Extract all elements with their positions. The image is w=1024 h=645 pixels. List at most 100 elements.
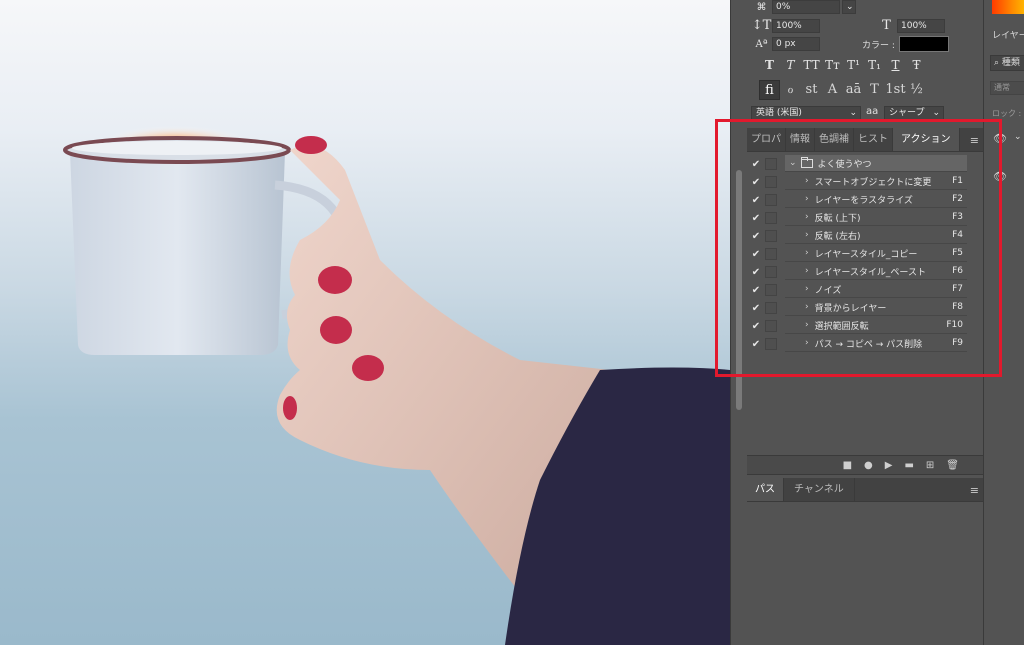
check-icon[interactable]: ✔ [747, 249, 765, 260]
check-icon[interactable]: ✔ [747, 177, 765, 188]
document-canvas[interactable] [0, 0, 730, 645]
panel-menu-icon[interactable]: ≡ [970, 484, 979, 497]
action-row[interactable]: ✔ › レイヤースタイル_コピー F5 [747, 245, 983, 263]
canvas-scrollbar[interactable] [730, 0, 747, 645]
antialias-select[interactable]: シャープ ⌄ [884, 106, 944, 121]
action-row[interactable]: ✔ › 背景からレイヤー F8 [747, 299, 983, 317]
action-row[interactable]: ✔ › レイヤーをラスタライズ F2 [747, 191, 983, 209]
tab-adjustments[interactable]: 色調補 [815, 128, 854, 151]
chevron-right-icon[interactable]: › [805, 230, 809, 240]
baseline-shift-input[interactable]: 0 px [772, 37, 820, 51]
blend-mode-select[interactable]: 通常 [990, 81, 1024, 95]
tracking-dropdown[interactable]: ⌄ [842, 0, 856, 14]
action-row[interactable]: ✔ › スマートオブジェクトに変更 F1 [747, 173, 983, 191]
dialog-toggle[interactable] [765, 302, 777, 314]
dialog-toggle[interactable] [765, 284, 777, 296]
chevron-right-icon[interactable]: › [805, 302, 809, 312]
check-icon[interactable]: ✔ [747, 285, 765, 296]
panel-menu-icon[interactable]: ≡ [970, 134, 979, 147]
action-row[interactable]: ✔ › パス → コピペ → パス削除 F9 [747, 335, 983, 353]
record-icon[interactable]: ● [864, 460, 873, 471]
titling-alternates-button[interactable]: T [864, 80, 885, 100]
new-set-folder-icon[interactable]: ▬ [904, 460, 913, 471]
ordinals-button[interactable]: 1st [885, 80, 906, 100]
check-icon[interactable]: ✔ [747, 339, 765, 350]
play-icon[interactable]: ▶ [885, 460, 893, 471]
tab-actions[interactable]: アクション [893, 128, 960, 151]
chevron-down-icon[interactable]: ⌄ [1014, 132, 1022, 142]
chevron-down-icon: ⌄ [932, 108, 940, 118]
tracking-input[interactable]: 0% [772, 0, 840, 14]
check-icon[interactable]: ✔ [747, 267, 765, 278]
dialog-toggle[interactable] [765, 230, 777, 242]
check-icon[interactable]: ✔ [747, 321, 765, 332]
check-icon[interactable]: ✔ [747, 213, 765, 224]
chevron-right-icon[interactable]: › [805, 248, 809, 258]
dialog-toggle[interactable] [765, 338, 777, 350]
check-icon[interactable]: ✔ [747, 231, 765, 242]
stop-icon[interactable]: ■ [843, 460, 852, 471]
action-row[interactable]: ✔ › レイヤースタイル_ペースト F6 [747, 263, 983, 281]
visibility-eye-icon[interactable]: 👁 [993, 170, 1007, 183]
check-icon[interactable]: ✔ [747, 159, 765, 170]
ligatures-button[interactable]: fi [759, 80, 780, 100]
folder-icon [800, 156, 813, 168]
chevron-right-icon[interactable]: › [805, 284, 809, 294]
tab-histogram[interactable]: ヒスト [854, 128, 893, 151]
subscript-button[interactable]: T₁ [864, 58, 885, 74]
vertical-scale-input[interactable]: 100% [772, 18, 820, 33]
dialog-toggle[interactable] [765, 248, 777, 260]
tab-channels[interactable]: チャンネル [784, 478, 855, 501]
dialog-toggle[interactable] [765, 266, 777, 278]
dialog-toggle[interactable] [765, 176, 777, 188]
chevron-right-icon[interactable]: › [805, 212, 809, 222]
tab-paths[interactable]: パス [747, 478, 784, 501]
dialog-toggle[interactable] [765, 212, 777, 224]
new-action-icon[interactable]: ⊞ [926, 460, 934, 471]
underline-button[interactable]: T [885, 58, 906, 74]
chevron-right-icon[interactable]: › [805, 194, 809, 204]
stylistic-alternates-button[interactable]: aā [843, 80, 864, 100]
discretionary-ligatures-button[interactable]: ℴ [780, 80, 801, 100]
chevron-down-icon[interactable]: ⌄ [789, 158, 797, 168]
strikethrough-button[interactable]: Ŧ [906, 58, 927, 74]
tab-info[interactable]: 情報 [786, 128, 815, 151]
dialog-toggle[interactable] [765, 194, 777, 206]
color-picker-swatch[interactable] [992, 0, 1024, 14]
small-caps-button[interactable]: Tт [822, 58, 843, 74]
trash-icon[interactable]: 🗑 [946, 460, 959, 471]
check-icon[interactable]: ✔ [747, 195, 765, 206]
contextual-alternates-button[interactable]: st [801, 80, 822, 100]
fractions-button[interactable]: ½ [906, 80, 927, 100]
opentype-buttons: fi ℴ st A aā T 1st ½ [759, 80, 927, 100]
horizontal-scale-input[interactable]: 100% [897, 18, 945, 33]
action-row[interactable]: ✔ › 選択範囲反転 F10 [747, 317, 983, 335]
all-caps-button[interactable]: TT [801, 58, 822, 74]
visibility-eye-icon[interactable]: 👁 [993, 132, 1007, 145]
chevron-right-icon[interactable]: › [805, 320, 809, 330]
dialog-toggle[interactable] [765, 320, 777, 332]
actions-list: ✔ ⌄ よく使うやつ ✔ › スマートオブジェクトに変更 F1 ✔ › レイヤーをラス… [747, 155, 983, 353]
language-select[interactable]: 英語 (米国) ⌄ [751, 106, 861, 121]
tab-properties[interactable]: プロパ [747, 128, 786, 151]
chevron-right-icon[interactable]: › [805, 338, 809, 348]
faux-italic-button[interactable]: T [780, 58, 801, 74]
action-name: レイヤースタイル_ペースト [814, 267, 926, 278]
superscript-button[interactable]: T¹ [843, 58, 864, 74]
action-row[interactable]: ✔ › 反転 (左右) F4 [747, 227, 983, 245]
chevron-right-icon[interactable]: › [805, 266, 809, 276]
dialog-toggle[interactable] [765, 158, 777, 170]
layer-filter-search[interactable]: ⌕ 種類 [990, 55, 1024, 71]
swash-button[interactable]: A [822, 80, 843, 100]
text-color-swatch[interactable] [898, 36, 949, 52]
tab-layers[interactable]: レイヤー [992, 28, 1024, 41]
blend-mode-value: 通常 [994, 83, 1010, 92]
scrollbar-thumb[interactable] [736, 170, 742, 410]
chevron-right-icon[interactable]: › [805, 176, 809, 186]
action-row[interactable]: ✔ › 反転 (上下) F3 [747, 209, 983, 227]
action-shortcut: F10 [946, 320, 963, 330]
action-set-row[interactable]: ✔ ⌄ よく使うやつ [747, 155, 983, 173]
faux-bold-button[interactable]: T [759, 58, 780, 74]
action-row[interactable]: ✔ › ノイズ F7 [747, 281, 983, 299]
check-icon[interactable]: ✔ [747, 303, 765, 314]
